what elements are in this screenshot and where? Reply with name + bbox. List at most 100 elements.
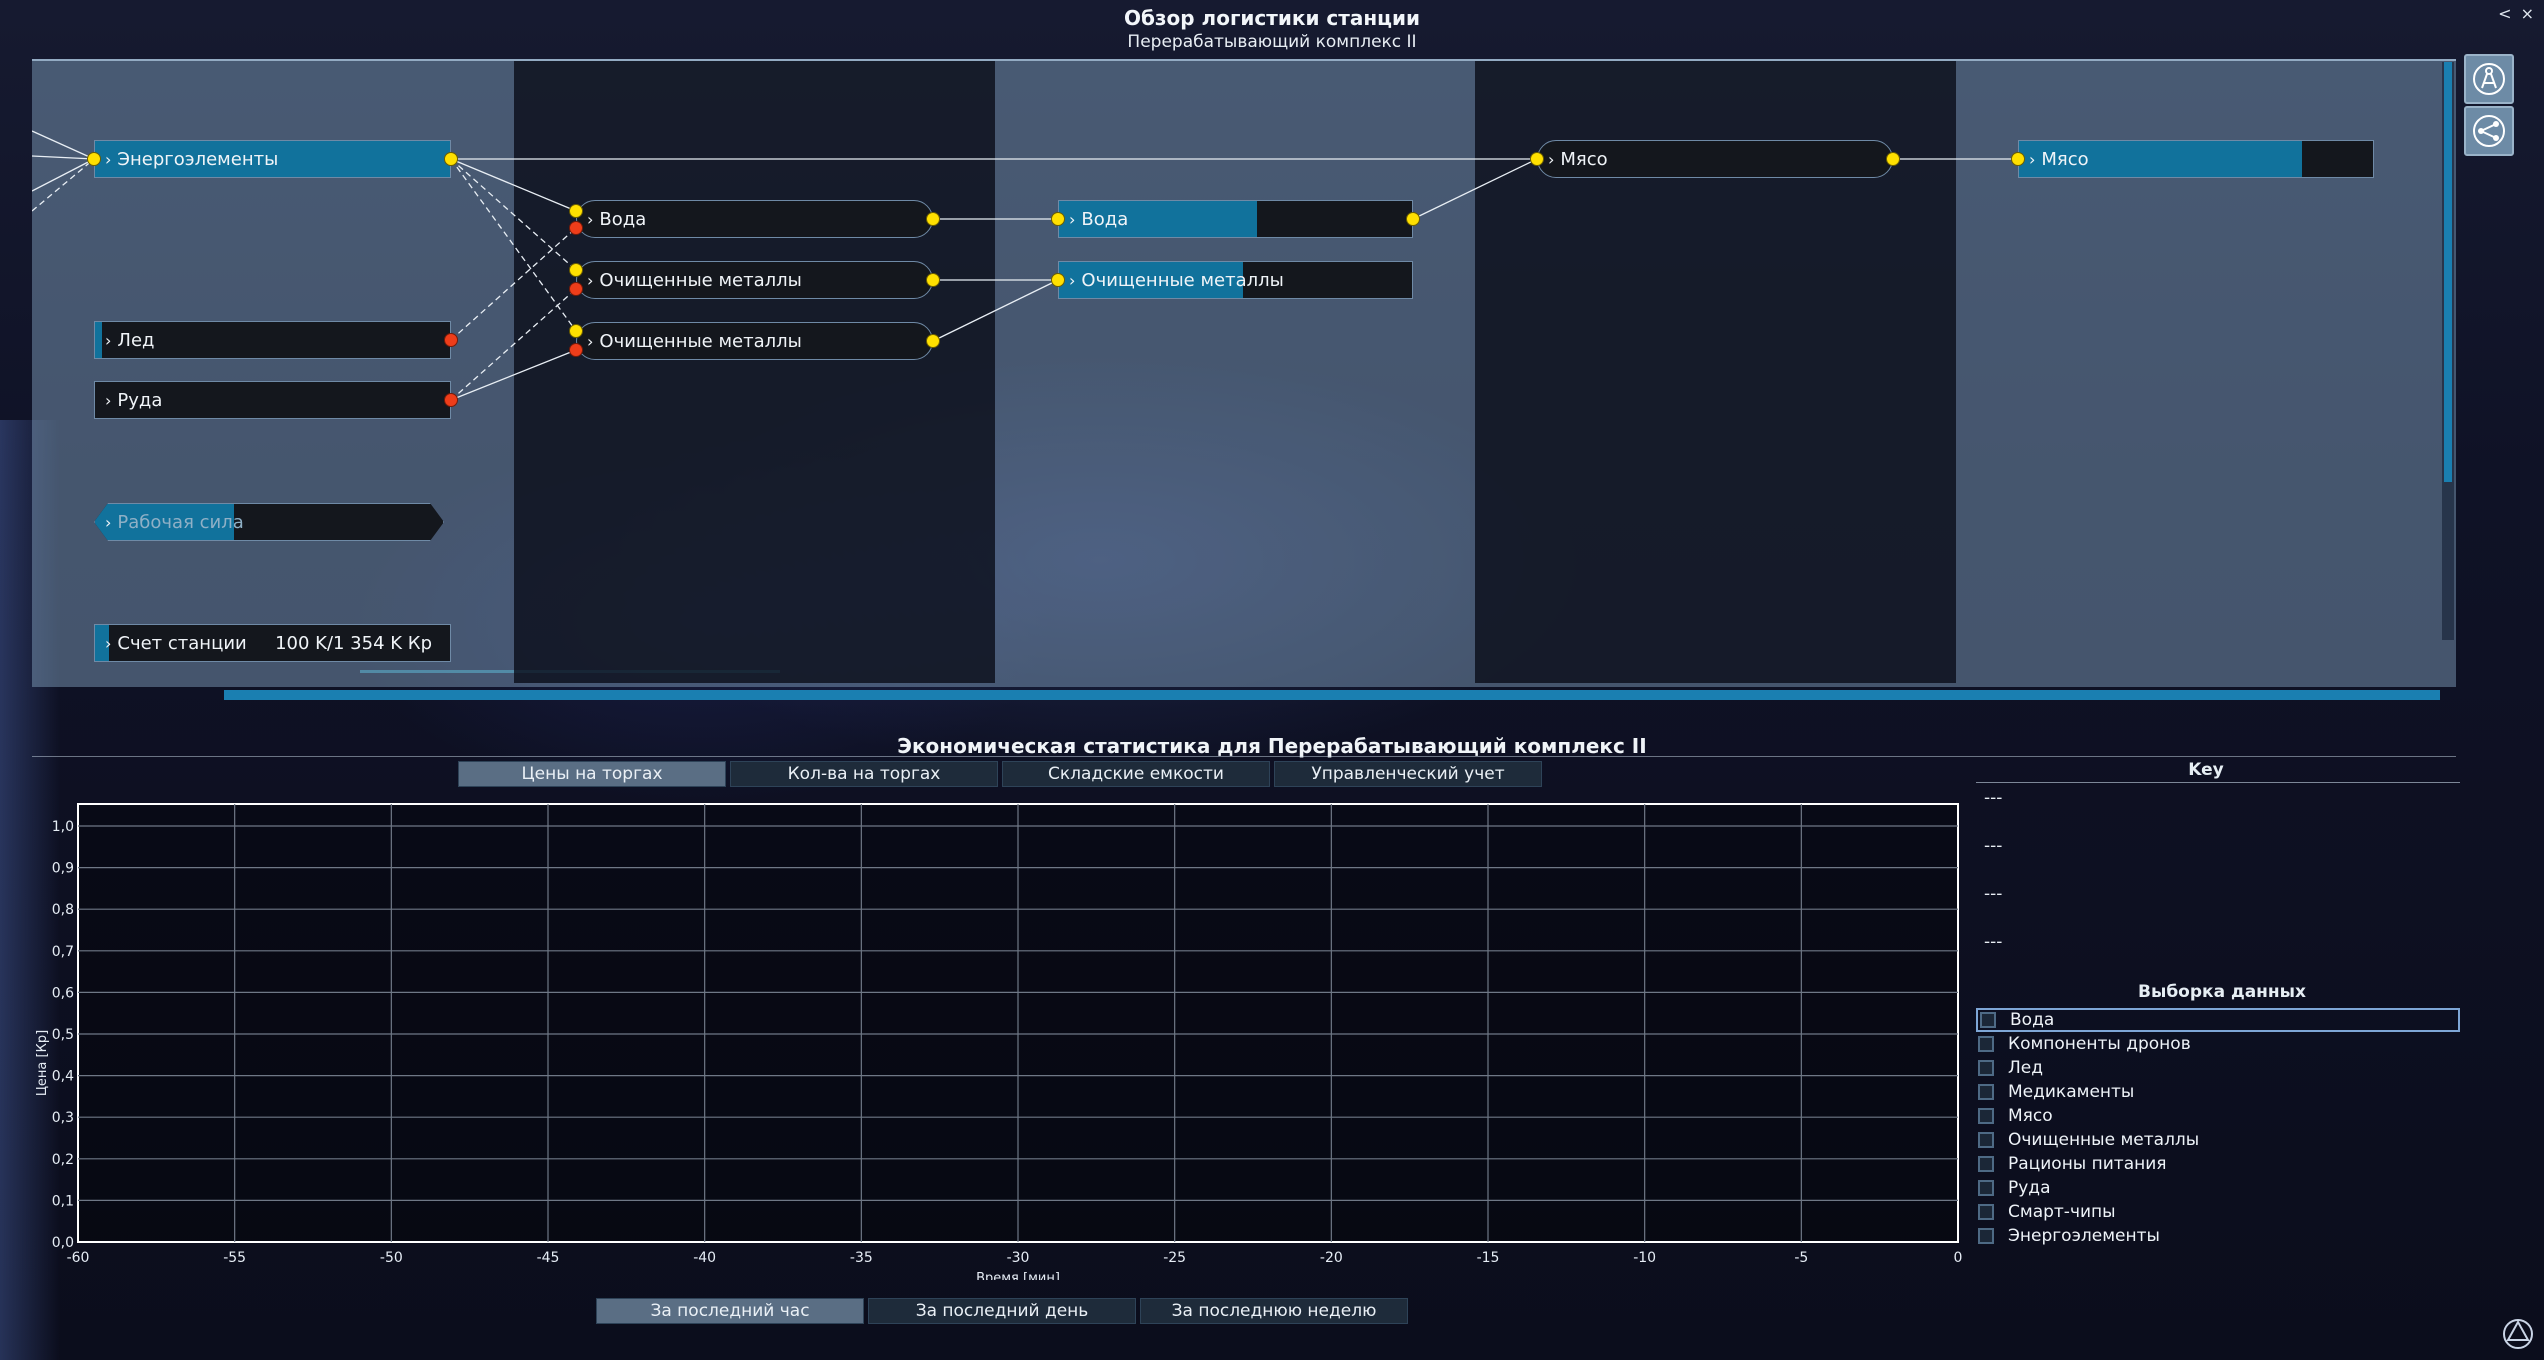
y-tick-label: 0,8 — [52, 902, 74, 918]
horizontal-scrollbar[interactable] — [224, 690, 2440, 700]
input-port[interactable] — [569, 263, 583, 277]
divider — [32, 756, 2456, 757]
checkbox[interactable] — [1978, 1060, 1994, 1076]
output-port[interactable] — [926, 334, 940, 348]
node-label: Вода — [599, 208, 647, 230]
node-label: Очищенные металлы — [599, 330, 802, 352]
tab-last-hour[interactable]: За последний час — [596, 1298, 864, 1324]
data-selection-item[interactable]: Рационы питания — [1976, 1152, 2460, 1176]
y-axis-label: Цена [Кр] — [35, 1030, 50, 1096]
logistics-links-button[interactable] — [2464, 106, 2514, 156]
output-port[interactable] — [1406, 212, 1420, 226]
node-label: Очищенные металлы — [1081, 269, 1284, 291]
storage-node-water[interactable]: › Вода — [1058, 200, 1413, 238]
chevron-right-icon: › — [587, 209, 594, 229]
node-label: Счет станции — [117, 632, 247, 654]
data-selection-item[interactable]: Мясо — [1976, 1104, 2460, 1128]
production-node-metals[interactable]: › Очищенные металлы — [576, 261, 933, 299]
checkbox[interactable] — [1978, 1132, 1994, 1148]
output-port[interactable] — [926, 273, 940, 287]
data-selection-label: Медикаменты — [2008, 1082, 2135, 1102]
x-tick-label: -20 — [1320, 1250, 1343, 1266]
y-tick-label: 1,0 — [52, 819, 74, 835]
resource-node-ice[interactable]: › Лед — [94, 321, 451, 359]
y-tick-label: 0,9 — [52, 861, 74, 877]
data-selection-label: Смарт-чипы — [2008, 1202, 2116, 1222]
output-port[interactable] — [444, 393, 458, 407]
checkbox[interactable] — [1978, 1156, 1994, 1172]
data-selection-item[interactable]: Смарт-чипы — [1976, 1200, 2460, 1224]
economy-title: Экономическая статистика для Перерабатыв… — [897, 734, 1647, 758]
data-selection-item[interactable]: Очищенные металлы — [1976, 1128, 2460, 1152]
checkbox[interactable] — [1978, 1036, 1994, 1052]
input-port[interactable] — [569, 221, 583, 235]
output-port[interactable] — [1886, 152, 1900, 166]
resource-node-energy[interactable]: › Энергоэлементы — [94, 140, 451, 178]
data-selection-item[interactable]: Энергоэлементы — [1976, 1224, 2460, 1248]
checkbox[interactable] — [1978, 1180, 1994, 1196]
input-port[interactable] — [1051, 273, 1065, 287]
tab-storage-capacity[interactable]: Складские емкости — [1002, 761, 1270, 787]
data-selection-item[interactable]: Компоненты дронов — [1976, 1032, 2460, 1056]
input-port[interactable] — [87, 152, 101, 166]
data-selection-label: Компоненты дронов — [2008, 1034, 2191, 1054]
output-port[interactable] — [926, 212, 940, 226]
tab-last-day[interactable]: За последний день — [868, 1298, 1136, 1324]
tab-market-prices[interactable]: Цены на торгах — [458, 761, 726, 787]
vertical-scrollbar-thumb[interactable] — [2444, 62, 2452, 482]
checkbox[interactable] — [1978, 1204, 1994, 1220]
input-port[interactable] — [1530, 152, 1544, 166]
station-account-node[interactable]: › Счет станции 100 K/1 354 K Кр — [94, 624, 451, 662]
checkbox[interactable] — [1978, 1084, 1994, 1100]
resource-node-ore[interactable]: › Руда — [94, 381, 451, 419]
architect-button[interactable] — [2464, 54, 2514, 104]
data-selection-title: Выборка данных — [2137, 982, 2306, 1002]
window-title: Обзор логистики станции — [1123, 6, 1421, 30]
x-tick-label: -50 — [380, 1250, 403, 1266]
input-port[interactable] — [2011, 152, 2025, 166]
production-node-metals[interactable]: › Очищенные металлы — [576, 322, 933, 360]
data-selection-item[interactable]: Вода — [1976, 1008, 2460, 1032]
production-node-water[interactable]: › Вода — [576, 200, 933, 238]
data-selection-item[interactable]: Руда — [1976, 1176, 2460, 1200]
data-selection-item[interactable]: Лед — [1976, 1056, 2460, 1080]
output-port[interactable] — [444, 152, 458, 166]
input-port[interactable] — [569, 343, 583, 357]
production-node-meat[interactable]: › Мясо — [1537, 140, 1893, 178]
data-selection-item[interactable]: Медикаменты — [1976, 1080, 2460, 1104]
tab-last-week[interactable]: За последнюю неделю — [1140, 1298, 1408, 1324]
chevron-right-icon: › — [105, 149, 112, 169]
resource-node-workforce[interactable]: › Рабочая сила — [94, 503, 444, 541]
input-port[interactable] — [569, 282, 583, 296]
x-tick-label: -55 — [223, 1250, 246, 1266]
input-port[interactable] — [569, 324, 583, 338]
y-tick-label: 0,7 — [52, 944, 74, 960]
input-port[interactable] — [1051, 212, 1065, 226]
key-item: --- — [1984, 836, 2003, 856]
share-nodes-icon — [2473, 115, 2505, 147]
divider — [1976, 782, 2460, 783]
price-chart: -60 -55 -50 -45 -40 -35 -30 -25 -20 -15 -10 -5 0 0,0 0… — [32, 790, 1962, 1286]
close-button[interactable]: < × — [2498, 4, 2536, 23]
key-item: --- — [1984, 932, 2003, 952]
checkbox[interactable] — [1978, 1228, 1994, 1244]
storage-node-meat[interactable]: › Мясо — [2018, 140, 2374, 178]
tab-management-accounting[interactable]: Управленческий учет — [1274, 761, 1542, 787]
data-selection-label: Рационы питания — [2008, 1154, 2167, 1174]
y-tick-label: 0,3 — [52, 1110, 74, 1126]
checkbox[interactable] — [1980, 1012, 1996, 1028]
data-selection-label: Мясо — [2008, 1106, 2053, 1126]
x-axis-label: Время [мин] — [976, 1271, 1060, 1280]
node-label: Мясо — [2041, 148, 2089, 170]
y-tick-label: 0,4 — [52, 1069, 74, 1085]
x-tick-label: -30 — [1007, 1250, 1030, 1266]
output-port[interactable] — [444, 333, 458, 347]
data-selection-label: Лед — [2008, 1058, 2043, 1078]
tab-market-quantities[interactable]: Кол-ва на торгах — [730, 761, 998, 787]
data-selection-label: Руда — [2008, 1178, 2051, 1198]
storage-node-metals[interactable]: › Очищенные металлы — [1058, 261, 1413, 299]
y-tick-label: 0,1 — [52, 1193, 74, 1209]
input-port[interactable] — [569, 204, 583, 218]
checkbox[interactable] — [1978, 1108, 1994, 1124]
chevron-right-icon: › — [1069, 270, 1076, 290]
